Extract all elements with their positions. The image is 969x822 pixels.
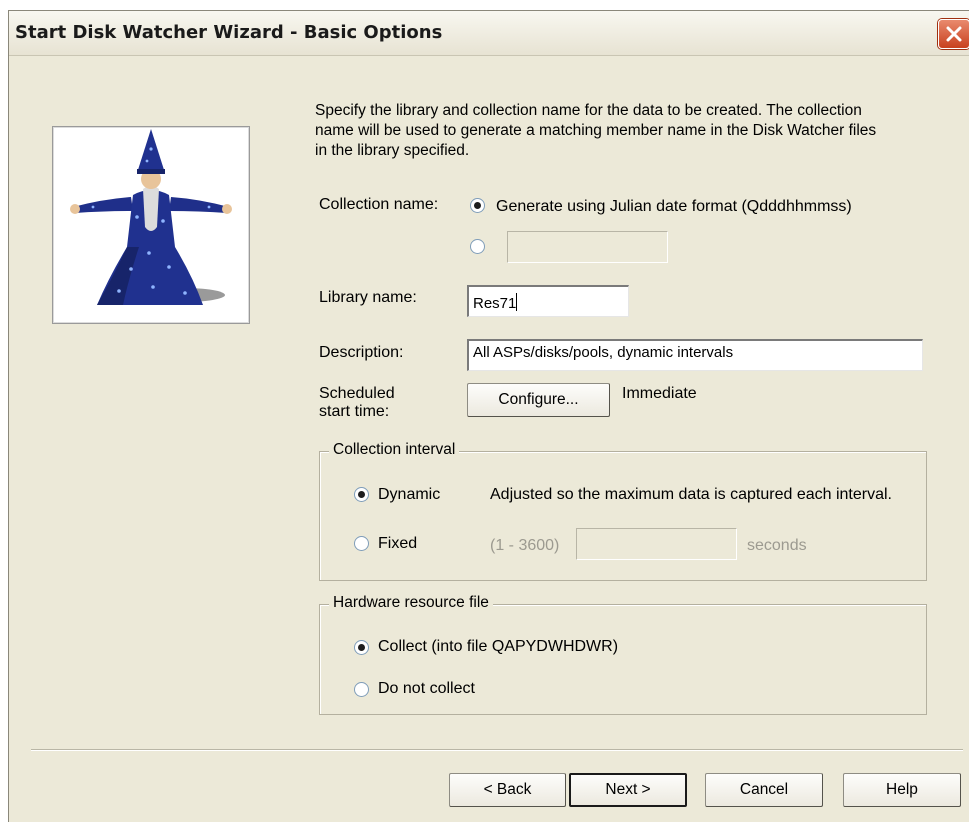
generate-julian-label[interactable]: Generate using Julian date format (Qdddh…: [496, 198, 852, 216]
collection-interval-group: [319, 451, 927, 581]
scheduled-start-value: Immediate: [622, 385, 697, 402]
wizard-image: [52, 126, 250, 324]
scheduled-label-line1: Scheduled: [319, 385, 395, 402]
fixed-units-label: seconds: [747, 537, 807, 554]
hardware-resource-legend: Hardware resource file: [329, 594, 493, 612]
radio-generate-julian[interactable]: [470, 198, 485, 213]
cancel-button[interactable]: Cancel: [705, 773, 823, 807]
radio-fixed[interactable]: [354, 536, 369, 551]
description-input[interactable]: All ASPs/disks/pools, dynamic intervals: [467, 339, 923, 371]
dynamic-description: Adjusted so the maximum data is captured…: [490, 486, 892, 503]
radio-collect[interactable]: [354, 640, 369, 655]
library-name-label: Library name:: [319, 289, 417, 306]
footer-divider: [31, 749, 963, 751]
window-title: Start Disk Watcher Wizard - Basic Option…: [15, 22, 443, 43]
library-name-input[interactable]: Res71: [467, 285, 629, 317]
description-label: Description:: [319, 344, 404, 361]
fixed-interval-input[interactable]: [576, 528, 737, 560]
radio-dynamic[interactable]: [354, 487, 369, 502]
configure-button[interactable]: Configure...: [467, 383, 610, 417]
radio-custom-collection-name[interactable]: [470, 239, 485, 254]
custom-collection-name-input[interactable]: [507, 231, 668, 263]
collection-interval-legend: Collection interval: [329, 441, 460, 459]
intro-text: Specify the library and collection name …: [315, 102, 877, 159]
close-button[interactable]: [938, 19, 969, 49]
next-button[interactable]: Next >: [569, 773, 687, 807]
title-bar[interactable]: Start Disk Watcher Wizard - Basic Option…: [9, 11, 969, 56]
help-button[interactable]: Help: [843, 773, 961, 807]
collect-label[interactable]: Collect (into file QAPYDWHDWR): [378, 638, 618, 656]
close-icon: [946, 26, 962, 42]
dynamic-label[interactable]: Dynamic: [378, 486, 440, 504]
do-not-collect-label[interactable]: Do not collect: [378, 680, 475, 698]
radio-do-not-collect[interactable]: [354, 682, 369, 697]
scheduled-label-line2: start time:: [319, 403, 390, 420]
wizard-dialog: Start Disk Watcher Wizard - Basic Option…: [8, 10, 969, 822]
back-button[interactable]: < Back: [449, 773, 566, 807]
library-name-value: Res71: [473, 295, 517, 312]
wizard-figure: [70, 129, 232, 305]
fixed-label[interactable]: Fixed: [378, 535, 417, 553]
text-caret: [516, 293, 518, 311]
hardware-resource-group: [319, 604, 927, 715]
fixed-range-hint: (1 - 3600): [490, 537, 560, 554]
collection-name-label: Collection name:: [319, 196, 439, 213]
